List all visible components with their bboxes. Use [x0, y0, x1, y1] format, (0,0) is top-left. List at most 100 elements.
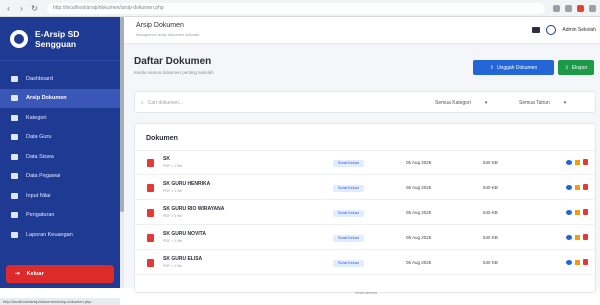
document-date: 05 Aug 2025	[406, 260, 432, 265]
view-icon[interactable]	[566, 159, 572, 165]
download-icon[interactable]	[575, 184, 580, 190]
delete-icon[interactable]	[583, 234, 588, 240]
download-icon[interactable]	[575, 234, 580, 240]
menu-icon[interactable]	[589, 4, 596, 12]
document-name[interactable]: SK GURU HENRIKA	[163, 181, 210, 187]
table-row[interactable]: SK GURU NOVITA PDF • 1 file Surat Keluar 05…	[135, 226, 597, 250]
main-content: Daftar Dokumen Kelola semua dokumen pent…	[124, 44, 600, 295]
pdf-file-icon	[147, 234, 154, 242]
section-subheading: Kelola semua dokumen penting sekolah	[134, 70, 214, 75]
address-text: http://localhost/arsip/dokumen/arsip-dok…	[53, 5, 164, 11]
delete-icon[interactable]	[583, 184, 588, 190]
logout-button[interactable]: ⇥ Keluar	[6, 265, 114, 283]
brand-line-1: E-Arsip SD	[35, 28, 80, 39]
card-title: Dokumen	[146, 135, 178, 142]
search-placeholder: Cari dokumen...	[147, 100, 184, 106]
view-icon[interactable]	[566, 184, 572, 190]
view-all-link[interactable]: Lihat semua	[135, 290, 597, 295]
sidebar-item-label: Kategori	[26, 114, 47, 121]
document-size: 540 KB	[483, 210, 498, 215]
document-size: 540 KB	[483, 235, 498, 240]
chevron-down-icon: ▾	[563, 100, 567, 106]
pdf-file-icon	[147, 159, 154, 167]
sidebar-item-kategori[interactable]: Kategori	[0, 108, 120, 128]
delete-icon[interactable]	[583, 209, 588, 215]
sidebar-item-label: Dashboard	[26, 75, 53, 82]
year-select[interactable]: Semua Tahun ▾	[519, 97, 566, 109]
view-icon[interactable]	[566, 234, 572, 240]
document-name[interactable]: SK GURU NOVITA	[163, 231, 206, 237]
pdf-file-icon	[147, 184, 154, 192]
sidebar-item-label: Data Siswa	[26, 153, 54, 160]
brand[interactable]: E-Arsip SD Sengguan	[0, 17, 120, 61]
document-date: 05 Aug 2025	[406, 185, 432, 190]
sidebar-item-data-pegawai[interactable]: Data Pegawai	[0, 167, 120, 187]
avatar[interactable]	[546, 25, 557, 35]
search-icon: ⌕	[141, 100, 144, 106]
delete-icon[interactable]	[583, 159, 588, 165]
report-icon	[11, 231, 18, 238]
document-meta: PDF • 1 file	[163, 239, 183, 243]
row-actions	[566, 159, 588, 165]
download-icon[interactable]	[575, 209, 580, 215]
sidebar-item-label: Input Nilai	[26, 192, 51, 199]
table-row[interactable]: SK GURU ELISA PDF • 1 file Surat Keluar 05 …	[135, 251, 597, 275]
sidebar-item-dashboard[interactable]: Dashboard	[0, 69, 120, 89]
extension-icon[interactable]	[565, 4, 572, 12]
category-badge: Surat Keluar	[333, 235, 364, 242]
back-icon[interactable]: ‹	[4, 4, 13, 13]
download-icon: ⇩	[564, 64, 569, 71]
sidebar-item-data-guru[interactable]: Data Guru	[0, 128, 120, 148]
search-input[interactable]: ⌕ Cari dokumen...	[141, 97, 391, 109]
chevron-down-icon: ▾	[484, 100, 488, 106]
document-name[interactable]: SK GURU ELISA	[163, 256, 202, 262]
home-icon	[11, 75, 18, 82]
view-icon[interactable]	[566, 209, 572, 215]
logout-icon: ⇥	[15, 271, 20, 277]
admin-label[interactable]: Admin Sekolah	[562, 27, 596, 33]
table-row[interactable]: SK PDF • 1 file Surat Keluar 05 Aug 2025 540…	[135, 151, 597, 175]
browser-toolbar: ‹ › ↻ http://localhost/arsip/dokumen/ars…	[0, 0, 600, 17]
document-meta: PDF • 1 file	[163, 214, 183, 218]
topbar: Arsip Dokumen Manajemen arsip dokumen se…	[124, 17, 600, 44]
row-actions	[566, 209, 588, 215]
row-actions	[566, 184, 588, 190]
upload-label: Unggah Dokumen	[496, 64, 538, 71]
document-meta: PDF • 1 file	[163, 264, 183, 268]
sidebar-item-data-siswa[interactable]: Data Siswa	[0, 147, 120, 167]
bookmark-icon[interactable]	[553, 4, 560, 12]
forward-icon[interactable]: ›	[17, 4, 26, 13]
page-title: Arsip Dokumen	[136, 22, 184, 29]
section-heading: Daftar Dokumen	[134, 56, 212, 67]
sidebar-item-input-nilai[interactable]: Input Nilai	[0, 186, 120, 206]
sidebar-item-laporan-keuangan[interactable]: Laporan Keuangan	[0, 225, 120, 245]
sidebar-item-arsip-dokumen[interactable]: Arsip Dokumen	[0, 88, 120, 108]
download-icon[interactable]	[575, 259, 580, 265]
document-name[interactable]: SK	[163, 156, 170, 162]
reload-icon[interactable]: ↻	[30, 4, 39, 13]
sidebar-item-label: Laporan Keuangan	[26, 231, 73, 238]
folder-icon[interactable]	[532, 27, 541, 33]
sidebar-nav: Dashboard Arsip Dokumen Kategori Data Guru D…	[0, 61, 120, 245]
export-button[interactable]: ⇩ Ekspor	[558, 60, 594, 75]
table-row[interactable]: SK GURU RIO WIRAYANA PDF • 1 file Surat Ke…	[135, 201, 597, 225]
row-actions	[566, 234, 588, 240]
gear-icon	[11, 212, 18, 219]
brand-line-2: Sengguan	[35, 38, 77, 49]
document-date: 05 Aug 2025	[406, 210, 432, 215]
sidebar-item-label: Pengaturan	[26, 212, 55, 219]
address-bar[interactable]: http://localhost/arsip/dokumen/arsip-dok…	[47, 2, 545, 14]
sidebar-item-pengaturan[interactable]: Pengaturan	[0, 206, 120, 226]
download-icon[interactable]	[575, 159, 580, 165]
profile-icon[interactable]	[577, 4, 584, 12]
table-row[interactable]: SK GURU HENRIKA PDF • 1 file Surat Keluar 0…	[135, 176, 597, 200]
brand-name: E-Arsip SD Sengguan	[35, 29, 79, 49]
category-select[interactable]: Semua Kategori ▾	[435, 97, 487, 109]
category-badge: Surat Keluar	[333, 160, 364, 167]
upload-icon: ⇪	[489, 64, 494, 71]
delete-icon[interactable]	[583, 259, 588, 265]
category-badge: Surat Keluar	[333, 260, 364, 267]
document-name[interactable]: SK GURU RIO WIRAYANA	[163, 206, 224, 212]
view-icon[interactable]	[566, 259, 572, 265]
upload-document-button[interactable]: ⇪ Unggah Dokumen	[473, 60, 554, 75]
